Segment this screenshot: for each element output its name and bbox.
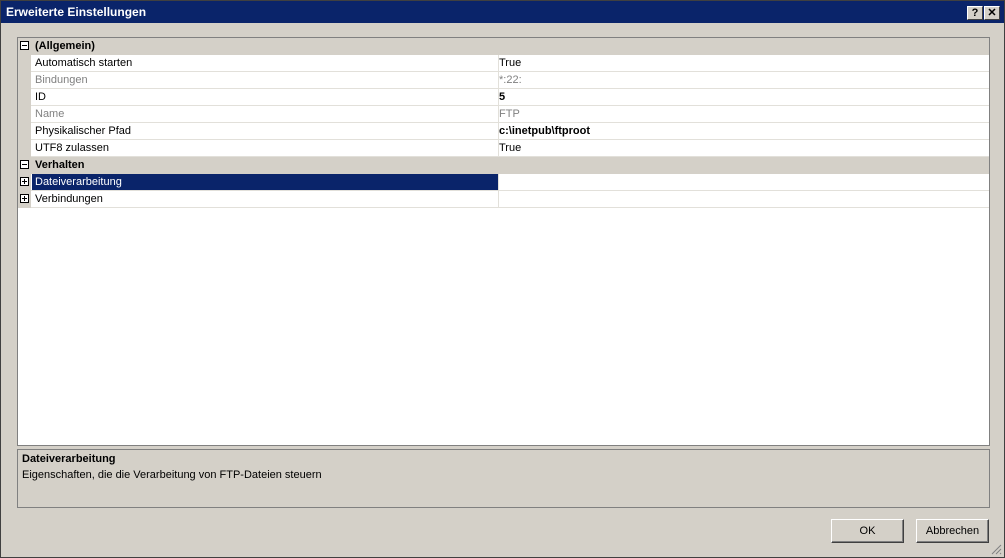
property-row-selected[interactable]: Dateiverarbeitung bbox=[18, 174, 989, 191]
resize-grip-icon[interactable] bbox=[990, 543, 1002, 555]
category-verhalten[interactable]: Verhalten bbox=[18, 157, 989, 174]
property-name: Dateiverarbeitung bbox=[32, 174, 499, 190]
category-label: Verhalten bbox=[35, 159, 85, 171]
window-title: Erweiterte Einstellungen bbox=[6, 5, 147, 19]
property-value[interactable]: True bbox=[496, 55, 989, 71]
collapse-icon[interactable] bbox=[20, 41, 29, 50]
ok-button[interactable]: OK bbox=[831, 519, 904, 543]
property-name: Automatisch starten bbox=[32, 55, 499, 71]
property-value[interactable]: 5 bbox=[496, 89, 989, 105]
property-value[interactable]: True bbox=[496, 140, 989, 156]
property-name: Name bbox=[32, 106, 499, 122]
description-text: Eigenschaften, die die Verarbeitung von … bbox=[22, 469, 322, 481]
property-row[interactable]: Automatisch starten True bbox=[18, 55, 989, 72]
property-row[interactable]: Name FTP bbox=[18, 106, 989, 123]
cancel-button[interactable]: Abbrechen bbox=[916, 519, 989, 543]
property-value[interactable] bbox=[496, 191, 989, 207]
expand-icon[interactable] bbox=[20, 194, 29, 203]
expand-icon[interactable] bbox=[20, 177, 29, 186]
property-name: Verbindungen bbox=[32, 191, 499, 207]
description-panel: Dateiverarbeitung Eigenschaften, die die… bbox=[17, 449, 990, 508]
close-icon: ✕ bbox=[987, 7, 997, 19]
property-value: FTP bbox=[499, 108, 520, 120]
property-name: ID bbox=[32, 89, 499, 105]
property-value: *:22: bbox=[499, 74, 522, 86]
description-title: Dateiverarbeitung bbox=[22, 453, 116, 465]
property-name: Bindungen bbox=[32, 72, 499, 88]
property-value[interactable]: c:\inetpub\ftproot bbox=[496, 123, 989, 139]
property-row[interactable]: Verbindungen bbox=[18, 191, 989, 208]
category-label: (Allgemein) bbox=[35, 40, 95, 52]
collapse-icon[interactable] bbox=[20, 160, 29, 169]
advanced-settings-dialog: Erweiterte Einstellungen ? ✕ (Allgemein)… bbox=[0, 0, 1005, 558]
help-button[interactable]: ? bbox=[967, 6, 983, 20]
property-row[interactable]: UTF8 zulassen True bbox=[18, 140, 989, 157]
title-bar[interactable]: Erweiterte Einstellungen ? ✕ bbox=[1, 1, 1004, 23]
property-value[interactable] bbox=[496, 174, 989, 190]
property-name: UTF8 zulassen bbox=[32, 140, 499, 156]
property-row[interactable]: Physikalischer Pfad c:\inetpub\ftproot bbox=[18, 123, 989, 140]
property-row[interactable]: Bindungen *:22: bbox=[18, 72, 989, 89]
property-grid[interactable]: (Allgemein) Automatisch starten True Bin… bbox=[17, 37, 990, 446]
close-button[interactable]: ✕ bbox=[984, 6, 1000, 20]
category-allgemein[interactable]: (Allgemein) bbox=[18, 38, 989, 55]
property-name: Physikalischer Pfad bbox=[32, 123, 499, 139]
property-row[interactable]: ID 5 bbox=[18, 89, 989, 106]
